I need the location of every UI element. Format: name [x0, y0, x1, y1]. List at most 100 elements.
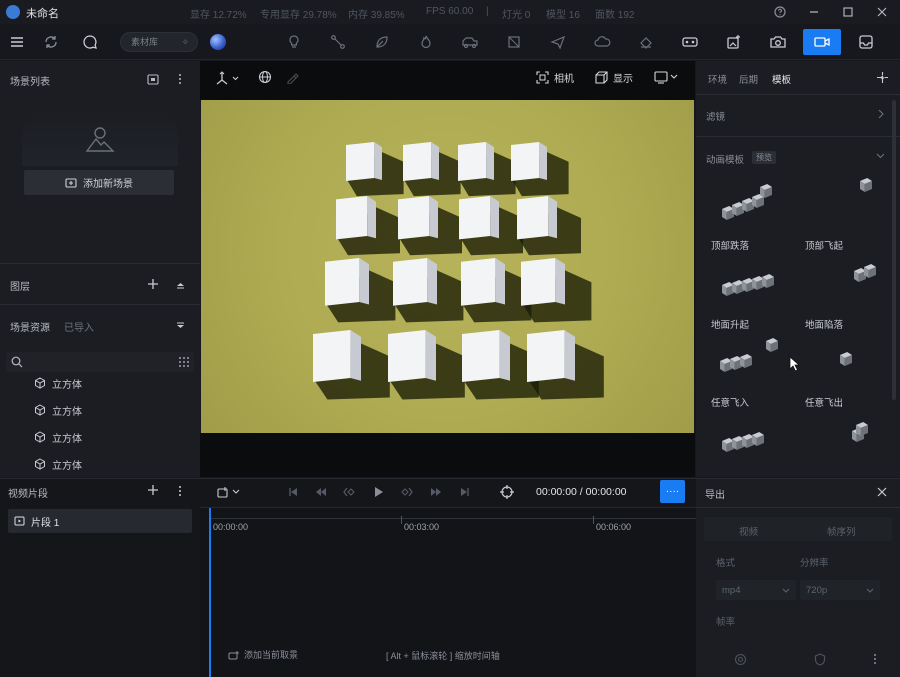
anim-label-ground-rise[interactable]: 地面升起	[711, 317, 749, 331]
tab-templates[interactable]: 模板	[772, 72, 791, 86]
cube-face	[398, 196, 430, 240]
shield-icon[interactable]	[812, 651, 828, 667]
sparkle-image-icon[interactable]	[721, 29, 747, 55]
anim-thumb-random-fly-in[interactable]	[706, 332, 792, 392]
chat-icon[interactable]	[77, 29, 103, 55]
anim-thumb-ground-rise[interactable]	[706, 252, 792, 312]
skip-start-icon[interactable]	[286, 485, 300, 499]
anim-thumb-ground-sink[interactable]	[798, 252, 884, 312]
cube-face	[431, 142, 439, 181]
timecode-display: 00:00:00 / 00:00:00	[536, 486, 627, 498]
mode-frame-sequence[interactable]: 帧序列	[827, 524, 856, 538]
playhead[interactable]	[209, 508, 211, 677]
cube-face	[462, 330, 500, 383]
skip-end-icon[interactable]	[458, 485, 472, 499]
tab-environment[interactable]: 环境	[708, 72, 727, 86]
anim-label-random-fly-in[interactable]: 任意飞入	[711, 395, 749, 409]
play-button[interactable]	[372, 484, 386, 500]
ruler-tick-label: 00:00:00	[213, 522, 249, 532]
resolution-select[interactable]: 720p	[800, 580, 880, 600]
clip-more-icon[interactable]	[175, 484, 185, 498]
globe-icon[interactable]	[210, 34, 226, 50]
leaf-icon[interactable]	[369, 29, 395, 55]
inbox-icon[interactable]	[853, 29, 879, 55]
asset-library-label: 素材库	[131, 37, 159, 47]
display-menu-button[interactable]: 显示	[595, 70, 633, 85]
plane-icon[interactable]	[545, 29, 571, 55]
prev-keyframe-icon[interactable]	[342, 485, 356, 499]
asset-search-input[interactable]	[6, 352, 194, 372]
path-icon[interactable]	[325, 29, 351, 55]
anim-label-top-drop[interactable]: 顶部跌落	[711, 238, 749, 252]
vehicle-icon[interactable]	[457, 29, 483, 55]
import-scene-icon[interactable]	[146, 72, 160, 86]
mode-video[interactable]: 视频	[739, 524, 758, 538]
anim-thumb-more-2[interactable]	[798, 414, 884, 474]
pipette-icon[interactable]	[284, 69, 300, 85]
add-clip-icon[interactable]	[145, 482, 161, 498]
export-mode-segmented	[704, 517, 892, 541]
3d-viewport[interactable]	[201, 100, 694, 433]
flame-icon[interactable]	[413, 29, 439, 55]
tree-item-cube[interactable]: 立方体	[34, 373, 82, 393]
imported-filter[interactable]: 已导入	[64, 319, 94, 334]
search-icon	[11, 356, 23, 368]
collapse-assets-icon[interactable]	[174, 320, 186, 332]
add-new-scene-button[interactable]: 添加新场景	[24, 170, 174, 195]
timeline-more-button[interactable]: ····	[660, 480, 685, 503]
tab-post-processing[interactable]: 后期	[739, 72, 758, 86]
filter-section-row[interactable]: 滤镜	[696, 100, 892, 130]
anim-label-top-fly[interactable]: 顶部飞起	[805, 238, 843, 252]
chevron-down-icon[interactable]	[876, 153, 885, 159]
anim-thumb-top-drop[interactable]	[706, 172, 792, 232]
anim-thumb-more-1[interactable]	[706, 414, 792, 474]
minimize-button[interactable]	[806, 4, 822, 20]
tree-item-cube[interactable]: 立方体	[34, 427, 82, 447]
world-space-icon[interactable]	[257, 69, 273, 85]
right-panel-scrollbar[interactable]	[892, 100, 896, 400]
format-select[interactable]: mp4	[716, 580, 796, 600]
view-mode-dropdown[interactable]	[652, 69, 680, 85]
email-icon[interactable]	[732, 651, 748, 667]
tree-item-cube[interactable]: 立方体	[34, 400, 82, 420]
vr-icon[interactable]	[677, 29, 703, 55]
asset-library-pill[interactable]: 素材库 ✧	[120, 32, 198, 52]
grid-view-icon[interactable]	[176, 355, 192, 369]
close-window-button[interactable]	[874, 4, 890, 20]
video-camera-button[interactable]	[803, 29, 841, 55]
add-view-icon	[228, 650, 239, 659]
add-layer-icon[interactable]	[145, 276, 161, 292]
cloud-icon[interactable]	[589, 29, 615, 55]
help-icon[interactable]	[772, 4, 788, 20]
camera-menu-button[interactable]: 相机	[536, 70, 574, 85]
maximize-button[interactable]	[840, 4, 856, 20]
anim-thumb-top-fly[interactable]	[798, 172, 884, 232]
scene-assets-title[interactable]: 场景资源	[10, 319, 50, 334]
box-icon[interactable]	[501, 29, 527, 55]
anim-label-ground-sink[interactable]: 地面陷落	[805, 317, 843, 331]
fast-forward-icon[interactable]	[429, 485, 443, 499]
paint-icon[interactable]	[633, 29, 659, 55]
target-keyframe-icon[interactable]	[498, 483, 516, 501]
cube-face	[427, 258, 437, 305]
bulb-icon[interactable]	[281, 29, 307, 55]
scene-more-icon[interactable]	[174, 72, 186, 86]
camera-icon[interactable]	[765, 29, 791, 55]
export-more-icon[interactable]	[870, 651, 880, 667]
display-menu-label: 显示	[613, 74, 633, 85]
next-keyframe-icon[interactable]	[400, 485, 414, 499]
rewind-icon[interactable]	[314, 485, 328, 499]
tree-item-cube[interactable]: 立方体	[34, 454, 82, 474]
close-export-icon[interactable]	[874, 484, 890, 500]
add-keyframe-dropdown[interactable]	[216, 484, 244, 500]
clip-item[interactable]: 片段 1	[8, 509, 192, 533]
anim-thumb-random-fly-out[interactable]	[798, 332, 884, 392]
anim-preview	[860, 178, 872, 192]
collapse-layers-icon[interactable]	[174, 278, 186, 290]
add-current-view-button[interactable]: 添加当前取景	[228, 648, 298, 661]
refresh-icon[interactable]	[38, 29, 64, 55]
menu-icon[interactable]	[4, 29, 30, 55]
magic-icon[interactable]	[874, 69, 890, 85]
transform-gizmo-icon[interactable]	[212, 69, 242, 87]
anim-label-random-fly-out[interactable]: 任意飞出	[805, 395, 843, 409]
